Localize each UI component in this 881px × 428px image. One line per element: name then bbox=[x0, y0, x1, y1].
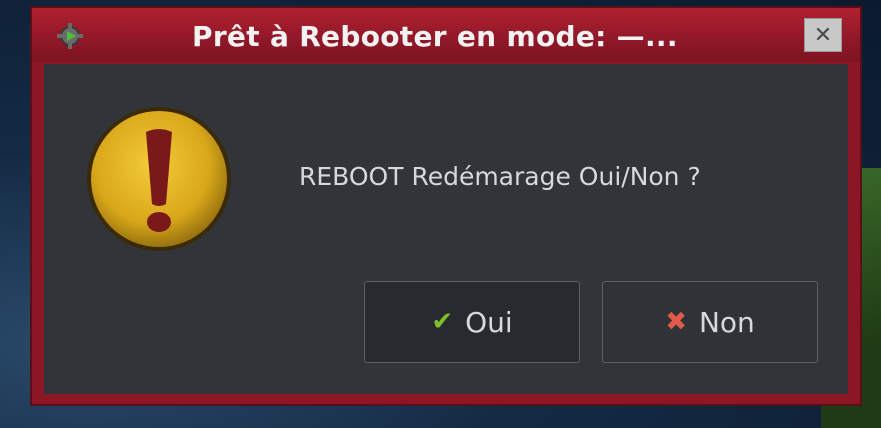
non-button-label: Non bbox=[698, 305, 755, 339]
close-icon: ✕ bbox=[813, 22, 833, 48]
dialog-window: Prêt à Rebooter en mode: —... ✕ REBOOT R… bbox=[30, 6, 862, 406]
close-button[interactable]: ✕ bbox=[804, 18, 842, 52]
title-bar[interactable]: Prêt à Rebooter en mode: —... ✕ bbox=[32, 8, 860, 62]
oui-button[interactable]: ✔ Oui bbox=[364, 281, 580, 363]
non-button[interactable]: ✖ Non bbox=[602, 281, 818, 363]
window-title: Prêt à Rebooter en mode: —... bbox=[192, 20, 678, 53]
dialog-message: REBOOT Redémarage Oui/Non ? bbox=[299, 162, 701, 191]
check-icon: ✔ bbox=[431, 307, 454, 337]
exclamation-warning-icon bbox=[87, 107, 231, 251]
dialog-content: REBOOT Redémarage Oui/Non ? ✔ Oui ✖ Non bbox=[44, 64, 848, 394]
cross-icon: ✖ bbox=[665, 307, 687, 337]
oui-button-label: Oui bbox=[465, 305, 513, 339]
gear-arrow-icon bbox=[57, 23, 83, 49]
